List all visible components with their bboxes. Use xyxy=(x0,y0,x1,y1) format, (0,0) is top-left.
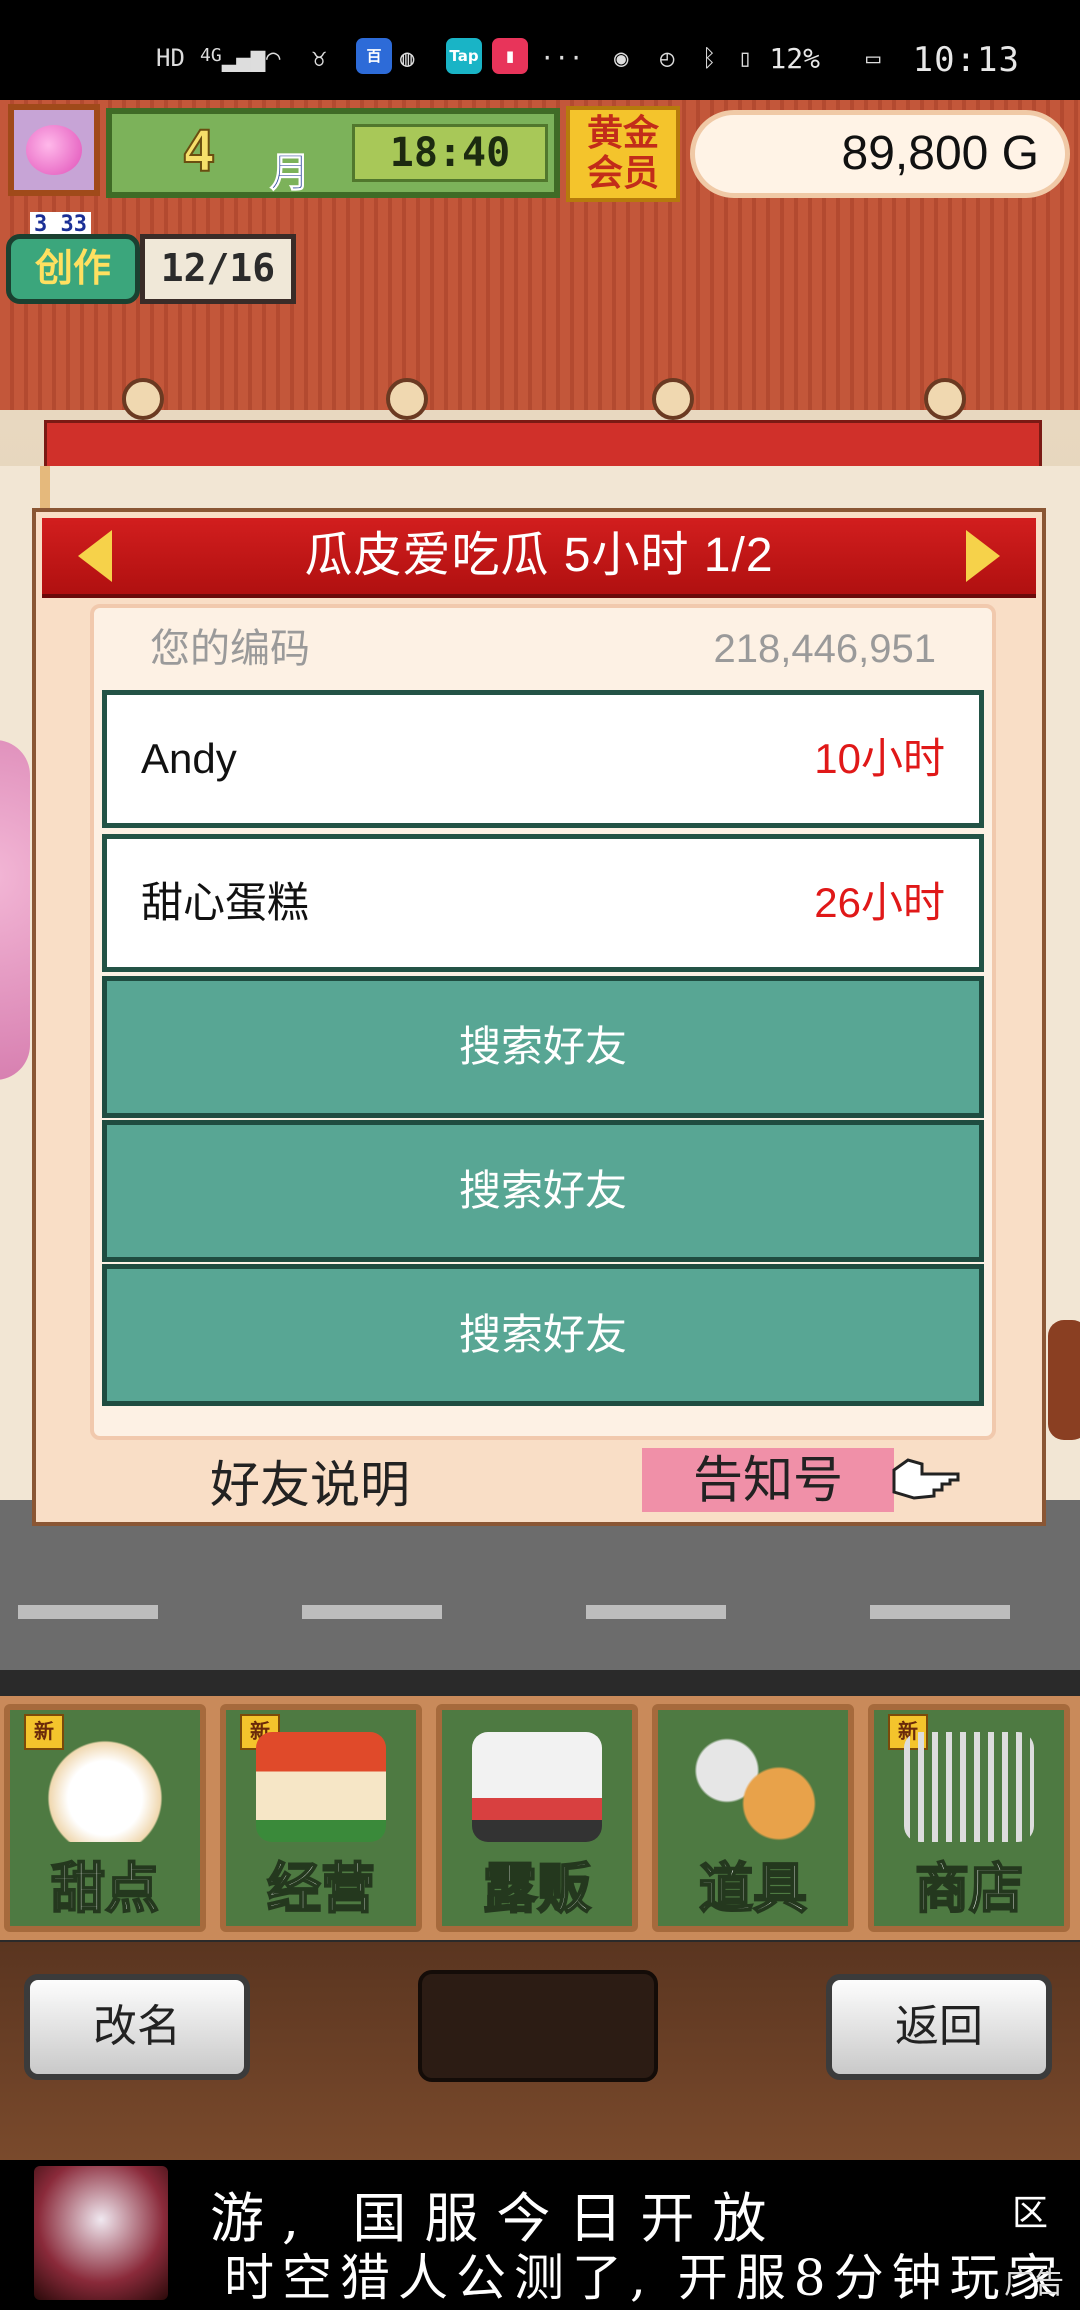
battery-icon: ▭ xyxy=(866,44,881,72)
bottom-control-bar: 改名 返回 xyxy=(0,1942,1080,2162)
menu-label: 露贩 xyxy=(482,1856,592,1921)
battery-percent: 12% xyxy=(769,42,820,75)
status-bar: HD 4G ▂▄▆ ◠ ♉ 百 ◍ Tap ▮ ··· ◉ ◴ ᛒ ▯ 12% … xyxy=(0,0,1080,100)
menu-dessert-button[interactable]: 新 甜点 xyxy=(4,1704,206,1932)
friend-time: 10小时 xyxy=(814,735,945,782)
search-friend-button[interactable]: 搜索好友 xyxy=(102,1120,984,1262)
pointing-hand-icon xyxy=(892,1458,960,1500)
road-marking xyxy=(302,1605,442,1619)
cherry-tree xyxy=(0,740,30,1080)
item-bag-icon xyxy=(688,1732,818,1842)
lamp-icon xyxy=(386,378,428,420)
baidu-app-icon: 百 xyxy=(356,38,392,74)
money-display: 89,800 G xyxy=(690,110,1070,198)
friend-name: 甜心蛋糕 xyxy=(141,879,310,926)
gold-member-line1: 黄金 xyxy=(586,113,659,154)
network-type: 4G xyxy=(200,45,222,66)
book-app-icon: ▮ xyxy=(492,38,528,74)
date-panel: 4 月 18:40 xyxy=(106,108,560,198)
status-time: 10:13 xyxy=(912,40,1020,80)
cart-icon xyxy=(904,1732,1034,1842)
ad-avatar-image xyxy=(34,2166,168,2300)
customer-character xyxy=(1048,1320,1080,1440)
center-slot xyxy=(418,1970,658,2082)
more-icon: ··· xyxy=(540,44,584,72)
menu-stall-button[interactable]: 露贩 xyxy=(436,1704,638,1932)
notify-code-button[interactable]: 告知号 xyxy=(642,1448,894,1512)
wechat-icon: ◍ xyxy=(400,44,415,72)
rename-button[interactable]: 改名 xyxy=(24,1974,250,2080)
menu-label: 甜点 xyxy=(50,1856,160,1921)
ad-close-icon[interactable]: 区 xyxy=(1012,2184,1048,2236)
road-marking xyxy=(870,1605,1010,1619)
alarm-app-icon: ♉ xyxy=(312,44,327,72)
eye-icon: ◉ xyxy=(614,44,629,72)
ad-label: 广告 xyxy=(1004,2266,1064,2301)
vibrate-icon: ▯ xyxy=(738,44,753,72)
road-marking xyxy=(586,1605,726,1619)
season-tree-icon[interactable] xyxy=(8,104,100,196)
menu-label: 道具 xyxy=(698,1856,808,1921)
awning-trim xyxy=(44,420,1042,472)
creation-label: 创作 xyxy=(6,234,140,304)
your-code-row: 您的编码 218,446,951 xyxy=(94,608,992,690)
search-friend-button[interactable]: 搜索好友 xyxy=(102,1264,984,1406)
main-menu-bar: 新 甜点 新 经营 露贩 道具 新 商店 xyxy=(0,1696,1080,1940)
money-value: 89,800 G xyxy=(841,127,1039,180)
bluetooth-icon: ᛒ xyxy=(702,44,717,72)
ad-text-line2: 时空猎人公测了, 开服8分钟玩家 xyxy=(224,2249,1066,2307)
menu-label: 经营 xyxy=(266,1856,376,1921)
friend-name: Andy xyxy=(141,735,237,782)
hd-indicator: HD xyxy=(156,44,185,72)
friends-dialog: 瓜皮爱吃瓜 5小时 1/2 您的编码 218,446,951 Andy 10小时… xyxy=(32,508,1046,1526)
menu-items-button[interactable]: 道具 xyxy=(652,1704,854,1932)
back-label: 返回 xyxy=(895,2001,983,2052)
dialog-title: 瓜皮爱吃瓜 5小时 1/2 xyxy=(304,529,774,582)
ad-banner[interactable]: 游, 国服今日开放 时空猎人公测了, 开服8分钟玩家 区 广告 xyxy=(0,2160,1080,2310)
clock-box: 18:40 xyxy=(352,124,548,182)
friend-list: 您的编码 218,446,951 Andy 10小时 甜心蛋糕 26小时 搜索好… xyxy=(90,604,996,1440)
alarm-icon: ◴ xyxy=(660,44,675,72)
friend-row[interactable]: Andy 10小时 xyxy=(102,690,984,828)
cake-icon xyxy=(40,1732,170,1842)
menu-store-button[interactable]: 新 商店 xyxy=(868,1704,1070,1932)
food-truck-icon xyxy=(472,1732,602,1842)
lamp-icon xyxy=(924,378,966,420)
search-friend-label: 搜索好友 xyxy=(458,1022,627,1071)
month-number: 4 xyxy=(181,119,217,186)
menu-manage-button[interactable]: 新 经营 xyxy=(220,1704,422,1932)
lamp-icon xyxy=(122,378,164,420)
search-friend-label: 搜索好友 xyxy=(458,1310,627,1359)
friend-time: 26小时 xyxy=(814,879,945,926)
rename-label: 改名 xyxy=(93,2001,181,2052)
month-label: 月 xyxy=(270,150,311,197)
shop-icon xyxy=(256,1732,386,1842)
lamp-icon xyxy=(652,378,694,420)
friend-row[interactable]: 甜心蛋糕 26小时 xyxy=(102,834,984,972)
dialog-header: 瓜皮爱吃瓜 5小时 1/2 xyxy=(42,518,1036,598)
signal-icon: ▂▄▆ xyxy=(222,44,266,72)
menu-label: 商店 xyxy=(914,1856,1024,1921)
search-friend-label: 搜索好友 xyxy=(458,1166,627,1215)
back-button[interactable]: 返回 xyxy=(826,1974,1052,2080)
creation-badge[interactable]: 3 33 创作 12/16 xyxy=(6,212,296,310)
your-code-value: 218,446,951 xyxy=(713,627,936,671)
friend-help-link[interactable]: 好友说明 xyxy=(210,1450,410,1520)
taptap-icon: Tap xyxy=(446,38,482,74)
your-code-label: 您的编码 xyxy=(150,626,310,672)
next-page-arrow-icon[interactable] xyxy=(966,530,1000,582)
gold-member-line2: 会员 xyxy=(586,153,659,194)
notify-code-label: 告知号 xyxy=(693,1451,843,1509)
wifi-icon: ◠ xyxy=(266,44,281,72)
creation-count: 12/16 xyxy=(140,234,296,304)
game-clock: 18:40 xyxy=(389,130,511,176)
search-friend-button[interactable]: 搜索好友 xyxy=(102,976,984,1118)
road-marking xyxy=(18,1605,158,1619)
gold-member-badge[interactable]: 黄金 会员 xyxy=(566,106,680,202)
